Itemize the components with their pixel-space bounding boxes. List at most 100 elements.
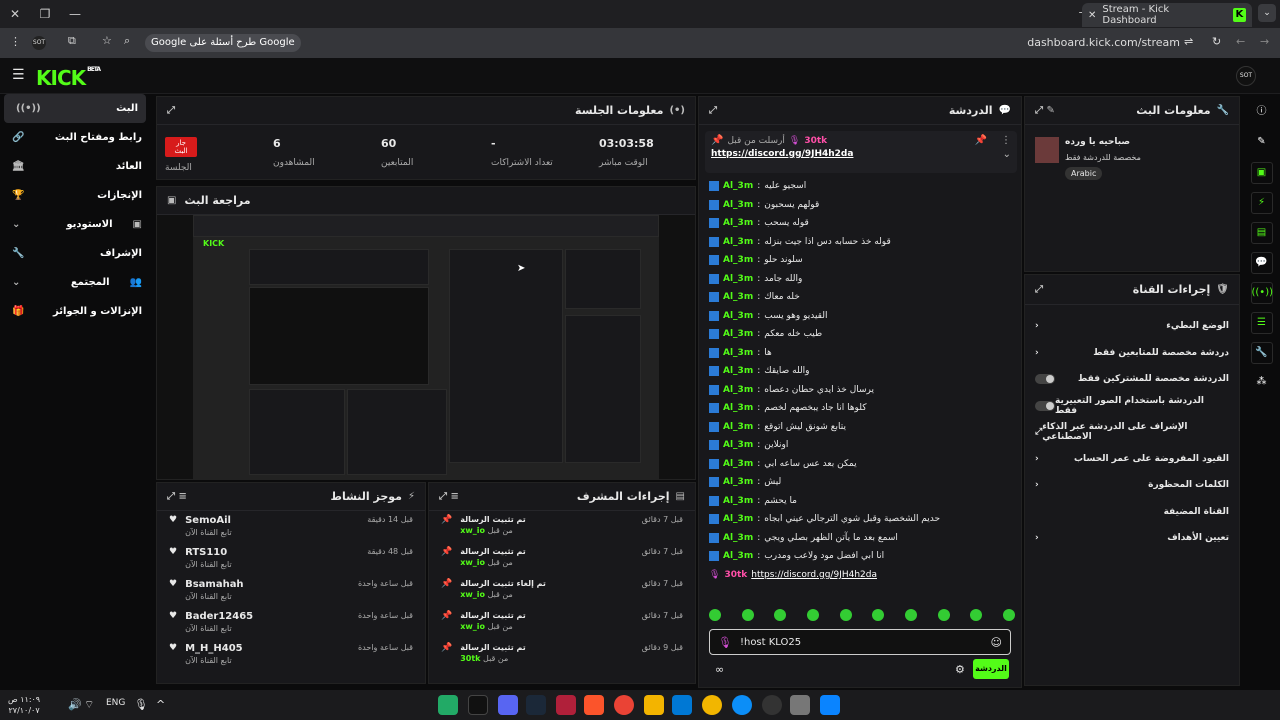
emote-icon[interactable] — [937, 609, 950, 621]
layout-icon[interactable]: ▣ — [1250, 162, 1273, 184]
more-icon[interactable]: ⋮ — [1001, 135, 1011, 146]
pinned-link[interactable]: https://discord.gg/9JH4h2da — [711, 149, 853, 160]
bookmark-star-icon[interactable]: ☆ — [102, 34, 112, 47]
emote-icon[interactable] — [774, 609, 787, 621]
restore-window-icon[interactable]: ❐ — [30, 7, 60, 21]
app-icon[interactable] — [702, 695, 722, 715]
emote-icon[interactable] — [970, 609, 983, 621]
clock[interactable]: ١١:٠٩ ص ٢٧/١٠/٠٧ — [8, 694, 40, 716]
close-window-icon[interactable]: ✕ — [0, 7, 30, 21]
stream-preview[interactable]: KICK ➤ — [193, 215, 659, 479]
sidebar-item-stream[interactable]: ((•)) البث — [4, 94, 146, 123]
toggle-switch[interactable] — [1035, 400, 1055, 411]
emote-icon[interactable] — [709, 609, 721, 621]
external-link-icon[interactable]: ⤢ — [1035, 427, 1042, 437]
infinity-icon[interactable]: ∞ — [715, 663, 724, 676]
hamburger-menu-icon[interactable]: ☰ — [12, 67, 25, 83]
tab-search-icon[interactable]: ⌄ — [1258, 4, 1276, 22]
app-icon[interactable] — [790, 695, 810, 715]
sidebar-item-achievements[interactable]: 🏆 الإنجازات — [0, 181, 150, 210]
menu-icon[interactable]: ⋮ — [10, 35, 21, 48]
list-icon[interactable]: ☰ — [1250, 312, 1273, 334]
app-icon[interactable] — [556, 695, 576, 715]
plugin-icon[interactable]: ⁂ — [1251, 372, 1273, 394]
edit-icon[interactable]: ✎ — [1046, 105, 1054, 116]
emote-icon[interactable] — [904, 609, 917, 621]
pin-icon[interactable]: 📌 — [975, 135, 987, 146]
url-field[interactable]: dashboard.kick.com/stream — [1000, 33, 1210, 53]
bolt-icon[interactable]: ⚡ — [1250, 192, 1273, 214]
expand-icon[interactable]: ⤢ — [439, 491, 447, 502]
profile-avatar[interactable]: SOT — [32, 36, 46, 50]
language-indicator[interactable]: ENG — [106, 698, 125, 708]
info-icon[interactable]: ⓘ — [1251, 102, 1273, 124]
chevron-right-icon[interactable]: › — [1035, 454, 1039, 464]
ask-google-chip[interactable]: Google طرح أسئلة على Google — [145, 34, 301, 52]
broadcast-icon[interactable]: ((•)) — [1250, 282, 1273, 304]
document-icon[interactable]: ▤ — [1250, 222, 1273, 244]
channel-action-item[interactable]: ⤢ الإشراف على الدردشة عبر الذكاء الاصطناع… — [1025, 419, 1239, 446]
chrome-icon[interactable] — [614, 695, 634, 715]
forward-icon[interactable]: ← — [1236, 35, 1245, 48]
emote-icon[interactable] — [741, 609, 754, 621]
emote-icon[interactable] — [1002, 609, 1015, 621]
user-avatar[interactable]: SOT — [1236, 66, 1256, 86]
sidebar-item-drops[interactable]: 🎁 الإنزالات و الجوائز — [0, 297, 150, 326]
minimize-window-icon[interactable]: — — [60, 7, 90, 21]
steam-icon[interactable] — [526, 695, 546, 715]
sidebar-item-moderation[interactable]: 🔧 الإشراف — [0, 239, 150, 268]
channel-action-item[interactable]: الدردشة مخصصة للمشتركين فقط — [1025, 366, 1239, 393]
chat-icon[interactable]: 💬 — [1250, 252, 1273, 274]
folder-icon[interactable] — [644, 695, 664, 715]
browser-tab[interactable]: ✕ Stream - Kick Dashboard K — [1082, 3, 1252, 27]
emote-icon[interactable] — [839, 609, 852, 621]
channel-action-item[interactable]: › تعيين الأهداف — [1025, 525, 1239, 552]
sidebar-item-stream-key[interactable]: 🔗 رابط ومفتاح البث — [0, 123, 150, 152]
filter-icon[interactable]: ≡ — [450, 491, 458, 502]
discord-icon[interactable] — [498, 695, 518, 715]
emote-icon[interactable] — [872, 609, 885, 621]
epic-games-icon[interactable] — [468, 695, 488, 715]
channel-action-item[interactable]: › الوضع البطيء — [1025, 313, 1239, 340]
emote-icon[interactable] — [806, 609, 819, 621]
sidebar-item-community[interactable]: ⌄ المجتمع 👥 — [0, 268, 150, 297]
emoji-icon[interactable]: ☺ — [991, 636, 1002, 649]
filter-icon[interactable]: ≡ — [178, 491, 186, 502]
mic-icon[interactable]: 🎙 — [134, 698, 148, 711]
expand-icon[interactable]: ⤢ — [167, 491, 175, 502]
chat-input[interactable]: 🎙 !host KLO25 ☺ — [709, 629, 1011, 655]
channel-action-item[interactable]: › دردشة مخصصة للمتابعين فقط — [1025, 340, 1239, 367]
search-icon[interactable]: ⌕ — [124, 34, 130, 48]
app-icon[interactable] — [762, 695, 782, 715]
chevron-up-icon[interactable]: ^ — [156, 698, 165, 711]
expand-icon[interactable]: ⤢ — [167, 105, 175, 116]
wrench-icon[interactable]: 🔧 — [1250, 342, 1273, 364]
chevron-right-icon[interactable]: › — [1035, 321, 1039, 331]
expand-icon[interactable]: ⤢ — [1035, 284, 1043, 295]
chevron-down-icon[interactable]: ⌄ — [1003, 149, 1011, 160]
store-icon[interactable] — [672, 695, 692, 715]
send-chat-button[interactable]: الدردشة — [973, 659, 1009, 679]
site-settings-icon[interactable]: ⇌ — [1184, 35, 1193, 48]
channel-action-item[interactable]: القناة المضيفة — [1025, 499, 1239, 526]
pencil-icon[interactable]: ✎ — [1251, 132, 1273, 154]
chevron-right-icon[interactable]: › — [1035, 480, 1039, 490]
kick-logo[interactable]: KICK BETA — [36, 66, 101, 90]
toggle-switch[interactable] — [1035, 374, 1055, 385]
close-tab-icon[interactable]: ✕ — [1088, 10, 1096, 21]
channel-action-item[interactable]: › القيود المفروضة على عمر الحساب — [1025, 446, 1239, 473]
chrome-taskbar-icon[interactable] — [438, 695, 458, 715]
chevron-right-icon[interactable]: › — [1035, 348, 1039, 358]
chevron-right-icon[interactable]: › — [1035, 533, 1039, 543]
sidebar-item-studio[interactable]: ⌄ الاستوديو ▣ — [0, 210, 150, 239]
sidebar-item-revenue[interactable]: 🏛 العائد — [0, 152, 150, 181]
expand-icon[interactable]: ⤢ — [709, 105, 717, 116]
edge-icon[interactable] — [732, 695, 752, 715]
back-icon[interactable]: → — [1260, 35, 1269, 48]
brave-icon[interactable] — [584, 695, 604, 715]
wifi-icon[interactable]: ⌔ — [84, 698, 94, 712]
extensions-icon[interactable]: ⧉ — [68, 34, 76, 48]
windows-start-icon[interactable] — [820, 695, 840, 715]
channel-action-item[interactable]: الدردشة باستخدام الصور التعبيرية فقط — [1025, 393, 1239, 420]
reload-icon[interactable]: ↻ — [1212, 35, 1221, 48]
